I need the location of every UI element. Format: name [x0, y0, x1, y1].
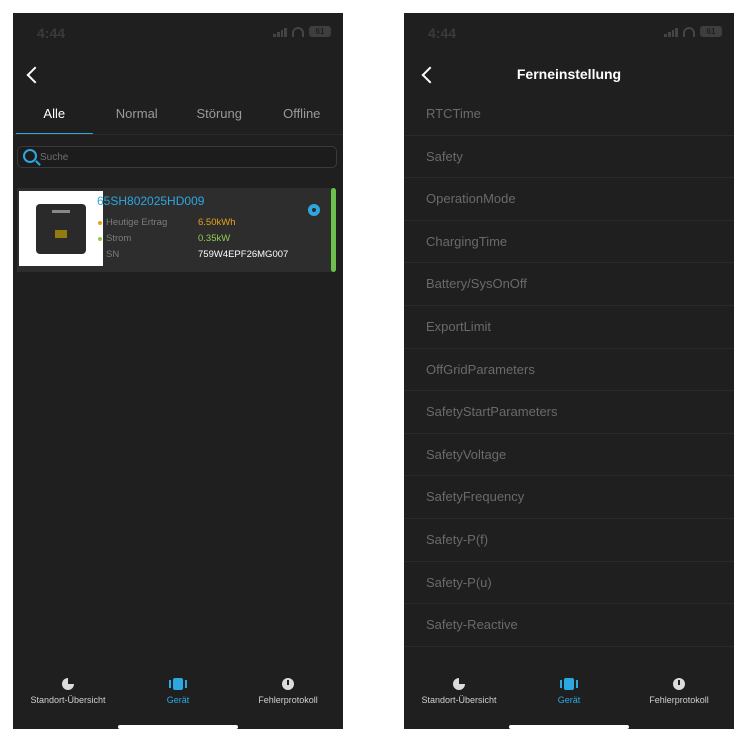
- yield-dot: [98, 220, 102, 225]
- power-row: Strom 0.35kW: [98, 233, 230, 244]
- setting-safetyvoltage[interactable]: SafetyVoltage: [404, 434, 734, 477]
- setting-safetystartparameters[interactable]: SafetyStartParameters: [404, 391, 734, 434]
- search-bar: [17, 146, 337, 168]
- inverter-graphic: [36, 204, 86, 254]
- tab-normal[interactable]: Normal: [96, 105, 179, 135]
- sn-row: SN 759W4EPF26MG007: [98, 249, 288, 260]
- device-icon: [169, 678, 187, 690]
- nav-geraet[interactable]: Gerät: [123, 665, 233, 729]
- nav-geraet[interactable]: Gerät: [514, 665, 624, 729]
- status-time: 4:44: [37, 25, 66, 41]
- tab-alle[interactable]: Alle: [13, 105, 96, 135]
- sn-label: SN: [106, 249, 120, 260]
- search-icon: [23, 149, 37, 163]
- bottom-nav: Standort-Übersicht Gerät Fehlerprotokoll: [13, 665, 343, 729]
- wifi-icon: [292, 26, 304, 37]
- device-status-indicator: [331, 188, 336, 272]
- tabs-divider: [13, 134, 343, 135]
- signal-icon: [273, 27, 287, 37]
- status-icons: 61: [273, 26, 331, 37]
- alert-icon: [673, 678, 685, 690]
- signal-icon: [664, 27, 678, 37]
- nav-standort[interactable]: Standort-Übersicht: [13, 665, 123, 729]
- device-card[interactable]: 65SH802025HD009 Heutige Ertrag 6.50kWh S…: [17, 188, 333, 272]
- home-indicator: [118, 725, 238, 729]
- setting-safety-reactive[interactable]: Safety-Reactive: [404, 604, 734, 647]
- device-list-screen: 4:44 61 Alle Normal Störung Offline 65SH…: [13, 13, 343, 729]
- nav-fehler[interactable]: Fehlerprotokoll: [624, 665, 734, 729]
- nav-fehler[interactable]: Fehlerprotokoll: [233, 665, 343, 729]
- setting-offgridparameters[interactable]: OffGridParameters: [404, 349, 734, 392]
- nav-geraet-label: Gerät: [557, 695, 581, 705]
- nav-standort[interactable]: Standort-Übersicht: [404, 665, 514, 729]
- setting-rtctime[interactable]: RTCTime: [404, 93, 734, 136]
- home-indicator: [509, 725, 629, 729]
- battery-icon: 61: [700, 26, 722, 37]
- setting-safety-pf[interactable]: Safety-P(f): [404, 519, 734, 562]
- chevron-left-icon: [26, 66, 44, 84]
- yield-row: Heutige Ertrag 6.50kWh: [98, 217, 236, 228]
- setting-safety[interactable]: Safety: [404, 136, 734, 179]
- bottom-nav: Standort-Übersicht Gerät Fehlerprotokoll: [404, 665, 734, 729]
- setting-battery-sysonoff[interactable]: Battery/SysOnOff: [404, 263, 734, 306]
- setting-safetyfrequency[interactable]: SafetyFrequency: [404, 476, 734, 519]
- battery-icon: 61: [309, 26, 331, 37]
- nav-fehler-label: Fehlerprotokoll: [258, 695, 318, 705]
- status-bar: 4:44 61: [404, 13, 734, 53]
- gear-icon[interactable]: [308, 204, 320, 216]
- status-time: 4:44: [428, 25, 457, 41]
- device-image: [19, 191, 103, 266]
- pie-chart-icon: [62, 678, 74, 690]
- setting-chargingtime[interactable]: ChargingTime: [404, 221, 734, 264]
- nav-geraet-label: Gerät: [166, 695, 190, 705]
- nav-fehler-label: Fehlerprotokoll: [649, 695, 709, 705]
- remote-settings-screen: 4:44 61 Ferneinstellung RTCTime Safety O…: [404, 13, 734, 729]
- setting-exportlimit[interactable]: ExportLimit: [404, 306, 734, 349]
- sn-dot: [98, 252, 102, 257]
- nav-standort-label: Standort-Übersicht: [30, 695, 106, 705]
- back-button[interactable]: [25, 65, 44, 84]
- brand-logo: [52, 210, 70, 213]
- power-label: Strom: [106, 233, 132, 244]
- sn-value: 759W4EPF26MG007: [198, 249, 289, 260]
- tab-stoerung[interactable]: Störung: [178, 105, 261, 135]
- setting-operationmode[interactable]: OperationMode: [404, 178, 734, 221]
- search-input[interactable]: [40, 149, 320, 165]
- status-icons: 61: [664, 26, 722, 37]
- settings-list: RTCTime Safety OperationMode ChargingTim…: [404, 93, 734, 669]
- wifi-icon: [683, 26, 695, 37]
- power-dot: [98, 236, 102, 241]
- device-icon: [560, 678, 578, 690]
- status-tabs: Alle Normal Störung Offline: [13, 105, 343, 135]
- device-name: 65SH802025HD009: [97, 194, 205, 208]
- nav-standort-label: Standort-Übersicht: [421, 695, 497, 705]
- power-value: 0.35kW: [198, 233, 231, 244]
- yield-label: Heutige Ertrag: [106, 217, 168, 228]
- yield-value: 6.50kWh: [198, 217, 236, 228]
- tab-offline[interactable]: Offline: [261, 105, 344, 135]
- page-title: Ferneinstellung: [516, 66, 622, 82]
- status-bar: 4:44 61: [13, 13, 343, 53]
- pie-chart-icon: [453, 678, 465, 690]
- alert-icon: [282, 678, 294, 690]
- setting-safety-pu[interactable]: Safety-P(u): [404, 562, 734, 605]
